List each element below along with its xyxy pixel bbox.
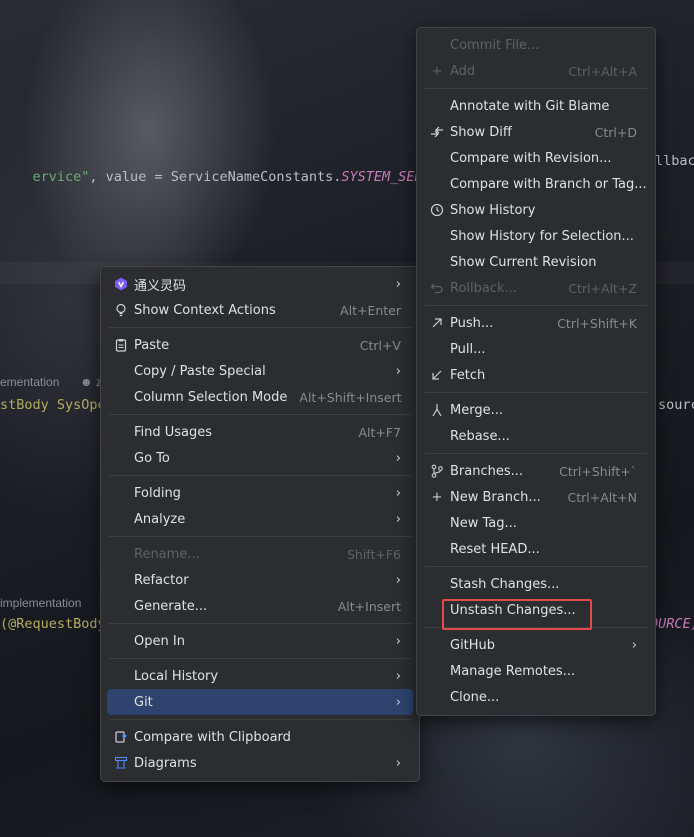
chevron-right-icon: ›	[395, 572, 401, 588]
menu-separator	[109, 475, 411, 476]
menu-item-copy-paste-special[interactable]: Copy / Paste Special ›	[107, 358, 413, 384]
menu-separator	[425, 453, 647, 454]
chevron-right-icon: ›	[395, 633, 401, 649]
plus-icon: +	[431, 489, 443, 505]
menu-separator	[425, 392, 647, 393]
lightbulb-icon	[113, 302, 129, 318]
menu-item-compare-with-clipboard[interactable]: Compare with Clipboard	[107, 724, 413, 750]
git-item-compare-revision[interactable]: Compare with Revision...	[423, 145, 649, 171]
git-item-rebase[interactable]: Rebase...	[423, 423, 649, 449]
diagram-icon	[113, 755, 129, 771]
code-line-2: stBody SysOpe	[0, 397, 106, 413]
git-item-show-diff[interactable]: Show Diff Ctrl+D	[423, 119, 649, 145]
git-item-show-current-revision[interactable]: Show Current Revision	[423, 249, 649, 275]
chevron-right-icon: ›	[395, 511, 401, 527]
menu-item-folding[interactable]: Folding ›	[107, 480, 413, 506]
code-line-3-tail: OURCE)	[650, 616, 694, 632]
git-item-annotate-blame[interactable]: Annotate with Git Blame	[423, 93, 649, 119]
author-hint-1: ☻ z	[80, 375, 102, 389]
git-item-merge[interactable]: Merge...	[423, 397, 649, 423]
git-item-pull[interactable]: Pull...	[423, 336, 649, 362]
merge-icon	[429, 402, 445, 418]
git-item-manage-remotes[interactable]: Manage Remotes...	[423, 658, 649, 684]
git-item-stash-changes[interactable]: Stash Changes...	[423, 571, 649, 597]
code-line-2-tail: source	[658, 397, 694, 413]
git-item-show-history[interactable]: Show History	[423, 197, 649, 223]
git-item-show-history-selection[interactable]: Show History for Selection...	[423, 223, 649, 249]
menu-item-show-context-actions[interactable]: Show Context Actions Alt+Enter	[107, 297, 413, 323]
menu-item-tongyi[interactable]: 通义灵码 ›	[107, 271, 413, 297]
menu-item-git[interactable]: Git ›	[107, 689, 413, 715]
git-item-commit-file[interactable]: Commit File...	[423, 32, 649, 58]
menu-item-local-history[interactable]: Local History ›	[107, 663, 413, 689]
menu-separator	[109, 623, 411, 624]
git-item-reset-head[interactable]: Reset HEAD...	[423, 536, 649, 562]
code-line-1-tail: llbac	[655, 153, 694, 169]
menu-item-open-in[interactable]: Open In ›	[107, 628, 413, 654]
menu-separator	[109, 719, 411, 720]
editor-context-menu: 通义灵码 › Show Context Actions Alt+Enter Pa…	[100, 266, 420, 782]
menu-separator	[425, 88, 647, 89]
menu-item-paste[interactable]: Paste Ctrl+V	[107, 332, 413, 358]
clipboard-icon	[113, 337, 129, 353]
menu-separator	[109, 414, 411, 415]
tongyi-icon	[113, 276, 129, 292]
menu-separator	[109, 327, 411, 328]
chevron-right-icon: ›	[631, 637, 637, 653]
git-item-fetch[interactable]: Fetch	[423, 362, 649, 388]
menu-item-rename[interactable]: Rename... Shift+F6	[107, 541, 413, 567]
code-line-1: ervice", value = ServiceNameConstants.SY…	[32, 169, 464, 185]
chevron-right-icon: ›	[395, 668, 401, 684]
menu-item-refactor[interactable]: Refactor ›	[107, 567, 413, 593]
chevron-right-icon: ›	[395, 694, 401, 710]
git-item-unstash-changes[interactable]: Unstash Changes...	[423, 597, 649, 623]
git-item-new-tag[interactable]: New Tag...	[423, 510, 649, 536]
menu-item-analyze[interactable]: Analyze ›	[107, 506, 413, 532]
git-submenu: Commit File... + Add Ctrl+Alt+A Annotate…	[416, 27, 656, 716]
implementation-hint-1: ementation	[0, 375, 60, 389]
git-item-add[interactable]: + Add Ctrl+Alt+A	[423, 58, 649, 84]
diff-icon	[429, 124, 445, 140]
code-line-3: (@RequestBody	[0, 616, 106, 632]
fetch-icon	[429, 367, 445, 383]
user-icon: ☻	[80, 375, 93, 389]
menu-item-diagrams[interactable]: Diagrams ›	[107, 750, 413, 776]
git-item-push[interactable]: Push... Ctrl+Shift+K	[423, 310, 649, 336]
menu-separator	[109, 536, 411, 537]
menu-separator	[425, 627, 647, 628]
git-item-new-branch[interactable]: + New Branch... Ctrl+Alt+N	[423, 484, 649, 510]
menu-item-go-to[interactable]: Go To ›	[107, 445, 413, 471]
chevron-right-icon: ›	[395, 450, 401, 466]
history-icon	[429, 202, 445, 218]
compare-clipboard-icon	[113, 729, 129, 745]
chevron-right-icon: ›	[395, 363, 401, 379]
chevron-right-icon: ›	[395, 755, 401, 771]
rollback-icon	[429, 280, 445, 296]
git-item-branches[interactable]: Branches... Ctrl+Shift+`	[423, 458, 649, 484]
plus-icon: +	[431, 63, 443, 79]
menu-separator	[109, 658, 411, 659]
menu-separator	[425, 305, 647, 306]
git-item-compare-branch-tag[interactable]: Compare with Branch or Tag...	[423, 171, 649, 197]
menu-item-column-selection-mode[interactable]: Column Selection Mode Alt+Shift+Insert	[107, 384, 413, 410]
menu-separator	[425, 566, 647, 567]
git-item-clone[interactable]: Clone...	[423, 684, 649, 710]
implementation-hint-2: implementation	[0, 596, 82, 610]
branch-icon	[429, 463, 445, 479]
chevron-right-icon: ›	[395, 276, 401, 292]
push-icon	[429, 315, 445, 331]
menu-item-find-usages[interactable]: Find Usages Alt+F7	[107, 419, 413, 445]
menu-item-generate[interactable]: Generate... Alt+Insert	[107, 593, 413, 619]
chevron-right-icon: ›	[395, 485, 401, 501]
git-item-github[interactable]: GitHub ›	[423, 632, 649, 658]
git-item-rollback[interactable]: Rollback... Ctrl+Alt+Z	[423, 275, 649, 301]
